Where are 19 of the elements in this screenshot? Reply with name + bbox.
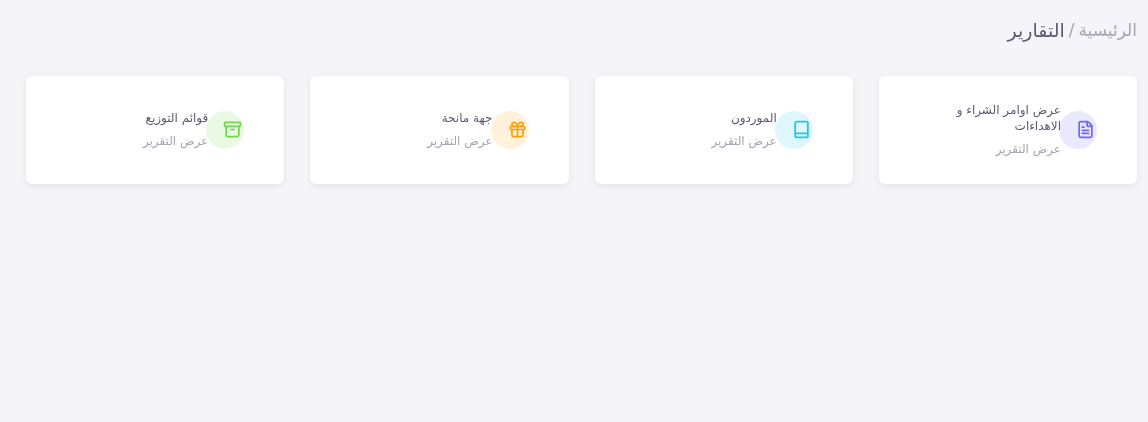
archive-icon — [223, 120, 243, 139]
card-title: الموردون — [729, 109, 777, 126]
book-icon — [791, 120, 811, 139]
card-title: جهة مانحة — [440, 109, 493, 126]
report-card[interactable]: عرض اوامر الشراء و الاهداءات عرض التقرير — [878, 75, 1137, 184]
view-report-link[interactable]: عرض التقرير — [372, 131, 493, 150]
breadcrumb-link[interactable]: الرئيسية — [1078, 17, 1137, 43]
breadcrumb-separator: / — [1068, 18, 1075, 42]
view-report-link[interactable]: عرض التقرير — [88, 131, 209, 150]
page-title: التقارير — [1007, 18, 1065, 44]
report-card[interactable]: قوائم التوزيع عرض التقرير — [26, 75, 285, 184]
report-card[interactable]: جهة مانحة عرض التقرير — [310, 75, 569, 184]
card-title: قوائم التوزيع — [144, 109, 209, 126]
view-report-link[interactable]: عرض التقرير — [941, 139, 1061, 158]
card-title: عرض اوامر الشراء و الاهداءات — [955, 101, 1061, 134]
document-icon — [1076, 120, 1095, 139]
view-report-link[interactable]: عرض التقرير — [656, 131, 777, 150]
report-card[interactable]: الموردون عرض التقرير — [594, 75, 853, 184]
gift-icon — [507, 120, 527, 139]
